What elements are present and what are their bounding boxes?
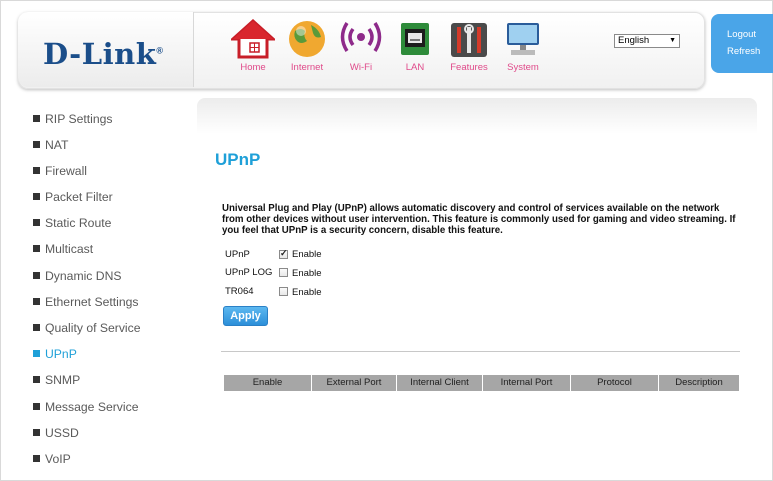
section-divider <box>221 351 740 352</box>
bullet-icon <box>33 219 40 226</box>
description-line: from other devices without user interven… <box>222 214 736 225</box>
globe-icon <box>280 18 334 60</box>
bullet-icon <box>33 193 40 200</box>
column-header-description: Description <box>659 375 739 391</box>
bullet-icon <box>33 115 40 122</box>
bullet-icon <box>33 141 40 148</box>
refresh-link[interactable]: Refresh <box>727 46 760 57</box>
bullet-icon <box>33 245 40 252</box>
column-header-protocol: Protocol <box>571 375 659 391</box>
description-line: Universal Plug and Play (UPnP) allows au… <box>222 203 720 214</box>
sidebar-item-label: Firewall <box>45 164 87 178</box>
column-header-enable: Enable <box>224 375 312 391</box>
upnp-log-option-label: UPnP LOG <box>225 267 273 278</box>
upnp-description: Universal Plug and Play (UPnP) allows au… <box>222 203 752 236</box>
upnp-option-label: UPnP <box>225 249 250 260</box>
column-header-internal-port: Internal Port <box>483 375 571 391</box>
upnp-log-enable-text: Enable <box>292 268 322 279</box>
tools-icon <box>442 18 496 60</box>
sidebar-item-label: USSD <box>45 426 79 440</box>
description-line: you feel that UPnP is a security concern… <box>222 225 503 236</box>
upnp-log-enable-checkbox[interactable] <box>279 268 288 277</box>
column-header-internal-client: Internal Client <box>397 375 483 391</box>
column-header-external-port: External Port <box>312 375 397 391</box>
language-selected-value: English <box>618 35 650 46</box>
sidebar-item-label: VoIP <box>45 452 71 466</box>
sidebar-item-dynamic-dns[interactable]: Dynamic DNS <box>33 269 122 283</box>
bullet-icon <box>33 167 40 174</box>
nav-system-label: System <box>507 62 539 73</box>
sidebar-item-label: Ethernet Settings <box>45 295 139 309</box>
nav-home[interactable]: Home <box>226 18 280 78</box>
port-mapping-table-header: Enable External Port Internal Client Int… <box>224 375 739 391</box>
sidebar-item-label: Packet Filter <box>45 190 113 204</box>
home-icon <box>226 18 280 60</box>
logo-registered-mark: ® <box>156 45 164 56</box>
bullet-icon <box>33 376 40 383</box>
bullet-icon <box>33 324 40 331</box>
sidebar-item-firewall[interactable]: Firewall <box>33 164 87 178</box>
monitor-icon <box>496 18 550 60</box>
sidebar-item-message-service[interactable]: Message Service <box>33 400 138 414</box>
sidebar-item-quality-of-service[interactable]: Quality of Service <box>33 321 141 335</box>
nav-internet-label: Internet <box>290 62 324 73</box>
apply-button[interactable]: Apply <box>223 306 268 326</box>
nav-wifi[interactable]: Wi-Fi <box>334 18 388 78</box>
logo-text: D-Link <box>43 37 157 71</box>
nav-features[interactable]: Features <box>442 18 496 78</box>
bullet-icon <box>33 350 40 357</box>
nav-lan-label: LAN <box>405 62 425 73</box>
sidebar-item-ethernet-settings[interactable]: Ethernet Settings <box>33 295 139 309</box>
bullet-icon <box>33 429 40 436</box>
dlink-logo: D-Link® <box>43 37 163 71</box>
tr064-option-label: TR064 <box>225 286 254 297</box>
sidebar-item-snmp[interactable]: SNMP <box>33 373 80 387</box>
account-panel: Logout Refresh <box>711 14 773 73</box>
sidebar-item-label: RIP Settings <box>45 112 113 126</box>
wifi-icon <box>334 18 388 60</box>
page-title: UPnP <box>215 150 261 169</box>
nav-features-label: Features <box>450 62 488 73</box>
sidebar-item-label: SNMP <box>45 373 81 387</box>
sidebar-item-label: Dynamic DNS <box>45 269 122 283</box>
upnp-enable-checkbox[interactable] <box>279 248 288 259</box>
nav-lan[interactable]: LAN <box>388 18 442 78</box>
bullet-icon <box>33 272 40 279</box>
tr064-enable-checkbox[interactable] <box>279 287 288 296</box>
sidebar-item-label: UPnP <box>45 347 77 361</box>
sidebar-item-voip[interactable]: VoIP <box>33 452 71 466</box>
sidebar-item-packet-filter[interactable]: Packet Filter <box>33 190 113 204</box>
sidebar-item-label: Quality of Service <box>45 321 141 335</box>
sidebar-item-ussd[interactable]: USSD <box>33 426 79 440</box>
nav-system[interactable]: System <box>496 18 550 78</box>
content-panel-header <box>197 98 757 134</box>
sidebar-item-rip-settings[interactable]: RIP Settings <box>33 112 113 126</box>
logout-link[interactable]: Logout <box>727 29 756 40</box>
sidebar-item-upnp[interactable]: UPnP <box>33 347 77 361</box>
tr064-enable-text: Enable <box>292 287 322 298</box>
bullet-icon <box>33 455 40 462</box>
sidebar-item-label: Message Service <box>45 400 139 414</box>
nav-wifi-label: Wi-Fi <box>349 62 373 73</box>
sidebar-item-static-route[interactable]: Static Route <box>33 216 111 230</box>
upnp-enable-text: Enable <box>292 249 322 260</box>
chevron-down-icon: ▼ <box>669 37 676 44</box>
lan-port-icon <box>388 18 442 60</box>
bullet-icon <box>33 403 40 410</box>
sidebar-item-nat[interactable]: NAT <box>33 138 68 152</box>
sidebar-item-label: Multicast <box>45 242 94 256</box>
sidebar-item-label: NAT <box>45 138 69 152</box>
sidebar-item-multicast[interactable]: Multicast <box>33 242 93 256</box>
sidebar-item-label: Static Route <box>45 216 112 230</box>
language-select[interactable]: English ▼ <box>614 34 680 48</box>
bullet-icon <box>33 298 40 305</box>
nav-home-label: Home <box>240 62 266 73</box>
nav-internet[interactable]: Internet <box>280 18 334 78</box>
